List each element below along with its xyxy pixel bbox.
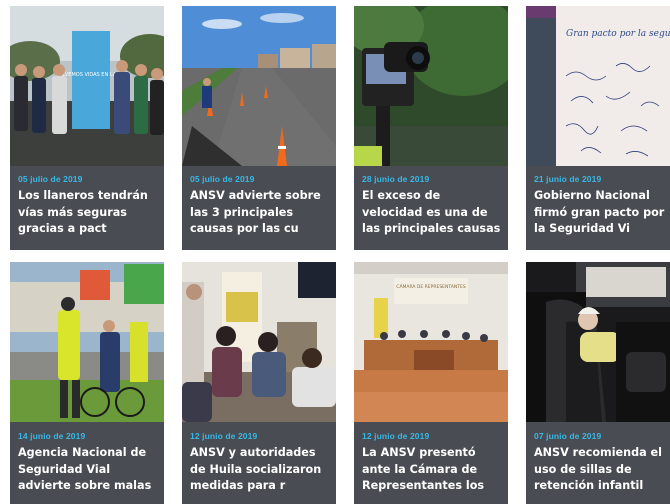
news-card-3[interactable]: 28 junio de 2019 El exceso de velocidad … <box>354 6 508 250</box>
news-date: 05 julio de 2019 <box>18 174 83 184</box>
news-date: 21 junio de 2019 <box>534 174 602 184</box>
news-title[interactable]: ANSV advierte sobre las 3 principales ca… <box>190 188 330 238</box>
news-card-4-image[interactable]: Gran pacto por la seguridad vial en Colo… <box>526 6 670 166</box>
news-title[interactable]: Gobierno Nacional firmó gran pacto por l… <box>534 188 670 238</box>
news-card-1-image[interactable]: SALVEMOS VIDAS EN LA VÍA <box>10 6 164 166</box>
news-date: 14 junio de 2019 <box>18 431 86 441</box>
news-card-7[interactable]: CÁMARA DE REPRESENTANTES 12 junio de 201… <box>354 262 508 504</box>
news-title[interactable]: Los llaneros tendrán vías más seguras gr… <box>18 188 158 238</box>
news-card-8-image[interactable] <box>526 262 670 422</box>
news-card-8[interactable]: 07 junio de 2019 ANSV recomienda el uso … <box>526 262 670 504</box>
news-date: 28 junio de 2019 <box>362 174 430 184</box>
news-card-6-image[interactable] <box>182 262 336 422</box>
news-card-5-image[interactable] <box>10 262 164 422</box>
news-card-7-image[interactable]: CÁMARA DE REPRESENTANTES <box>354 262 508 422</box>
news-card-3-image[interactable] <box>354 6 508 166</box>
news-title[interactable]: ANSV y autoridades de Huila socializaron… <box>190 445 330 495</box>
news-card-5[interactable]: 14 junio de 2019 Agencia Nacional de Seg… <box>10 262 164 504</box>
news-title[interactable]: ANSV recomienda el uso de sillas de rete… <box>534 445 670 495</box>
news-date: 05 julio de 2019 <box>190 174 255 184</box>
news-card-1[interactable]: SALVEMOS VIDAS EN LA VÍA 05 julio de 201… <box>10 6 164 250</box>
news-card-2[interactable]: 05 julio de 2019 ANSV advierte sobre las… <box>182 6 336 250</box>
news-date: 12 junio de 2019 <box>190 431 258 441</box>
news-title[interactable]: Agencia Nacional de Seguridad Vial advie… <box>18 445 158 495</box>
news-date: 07 junio de 2019 <box>534 431 602 441</box>
news-card-6[interactable]: 12 junio de 2019 ANSV y autoridades de H… <box>182 262 336 504</box>
news-card-2-image[interactable] <box>182 6 336 166</box>
news-title[interactable]: El exceso de velocidad es una de las pri… <box>362 188 502 238</box>
news-date: 12 junio de 2019 <box>362 431 430 441</box>
news-title[interactable]: La ANSV presentó ante la Cámara de Repre… <box>362 445 502 495</box>
pact-banner-text: Gran pacto por la seguridad vial en Colo… <box>566 29 670 39</box>
news-card-4[interactable]: Gran pacto por la seguridad vial en Colo… <box>526 6 670 250</box>
chamber-sign-text: CÁMARA DE REPRESENTANTES <box>396 283 466 290</box>
